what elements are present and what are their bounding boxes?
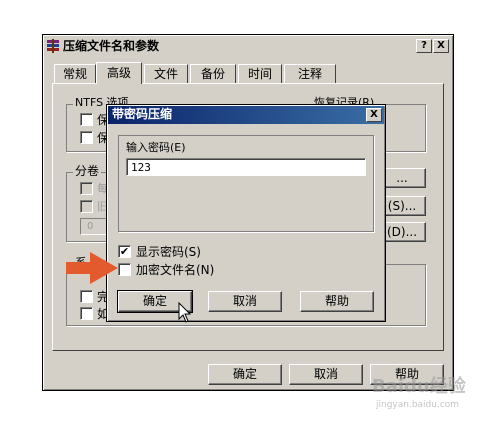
main-ok-button[interactable]: 确定 [208, 364, 282, 385]
help-title-button[interactable]: ? [416, 39, 432, 53]
split-option-1-checkbox[interactable] [80, 182, 93, 195]
tab-time[interactable]: 时间 [238, 64, 282, 84]
split-volumes-label: 分卷 [73, 164, 102, 178]
system-option-1-checkbox[interactable] [80, 290, 93, 303]
tab-backup[interactable]: 备份 [190, 64, 236, 84]
main-titlebar: 压缩文件名和参数 ? X [44, 37, 452, 55]
baidu-watermark: Baidu经验 jingyan.baidu.com [372, 376, 482, 416]
password-input[interactable] [126, 158, 366, 176]
system-option-2-checkbox[interactable] [80, 307, 93, 320]
mouse-cursor-icon [178, 301, 192, 324]
password-cancel-button[interactable]: 取消 [208, 291, 282, 312]
main-window-title: 压缩文件名和参数 [63, 39, 160, 53]
winrar-icon [46, 39, 60, 53]
tab-strip: 常规 高级 文件 备份 时间 注释 [50, 62, 350, 84]
ntfs-option-1-checkbox[interactable] [80, 113, 93, 126]
show-password-label: 显示密码(S) [136, 245, 201, 259]
watermark-text: Baidu经验 [372, 376, 466, 397]
main-close-button[interactable]: X [433, 39, 449, 53]
password-dialog-title: 带密码压缩 [112, 107, 173, 121]
watermark-url: jingyan.baidu.com [376, 400, 460, 410]
split-option-2-checkbox[interactable] [80, 200, 93, 213]
password-help-button[interactable]: 帮助 [300, 291, 374, 312]
tab-advanced[interactable]: 高级 [96, 62, 142, 84]
password-label: 输入密码(E) [126, 141, 186, 154]
encrypt-filenames-label: 加密文件名(N) [136, 263, 215, 277]
tab-general[interactable]: 常规 [54, 64, 96, 84]
password-dialog-close-button[interactable]: X [366, 108, 382, 122]
ntfs-option-2-checkbox[interactable] [80, 131, 93, 144]
tab-comment[interactable]: 注释 [284, 64, 336, 84]
tab-files[interactable]: 文件 [144, 64, 188, 84]
red-arrow-icon [64, 250, 120, 286]
main-cancel-button[interactable]: 取消 [289, 364, 363, 385]
password-dialog-titlebar: 带密码压缩 X [108, 106, 384, 124]
